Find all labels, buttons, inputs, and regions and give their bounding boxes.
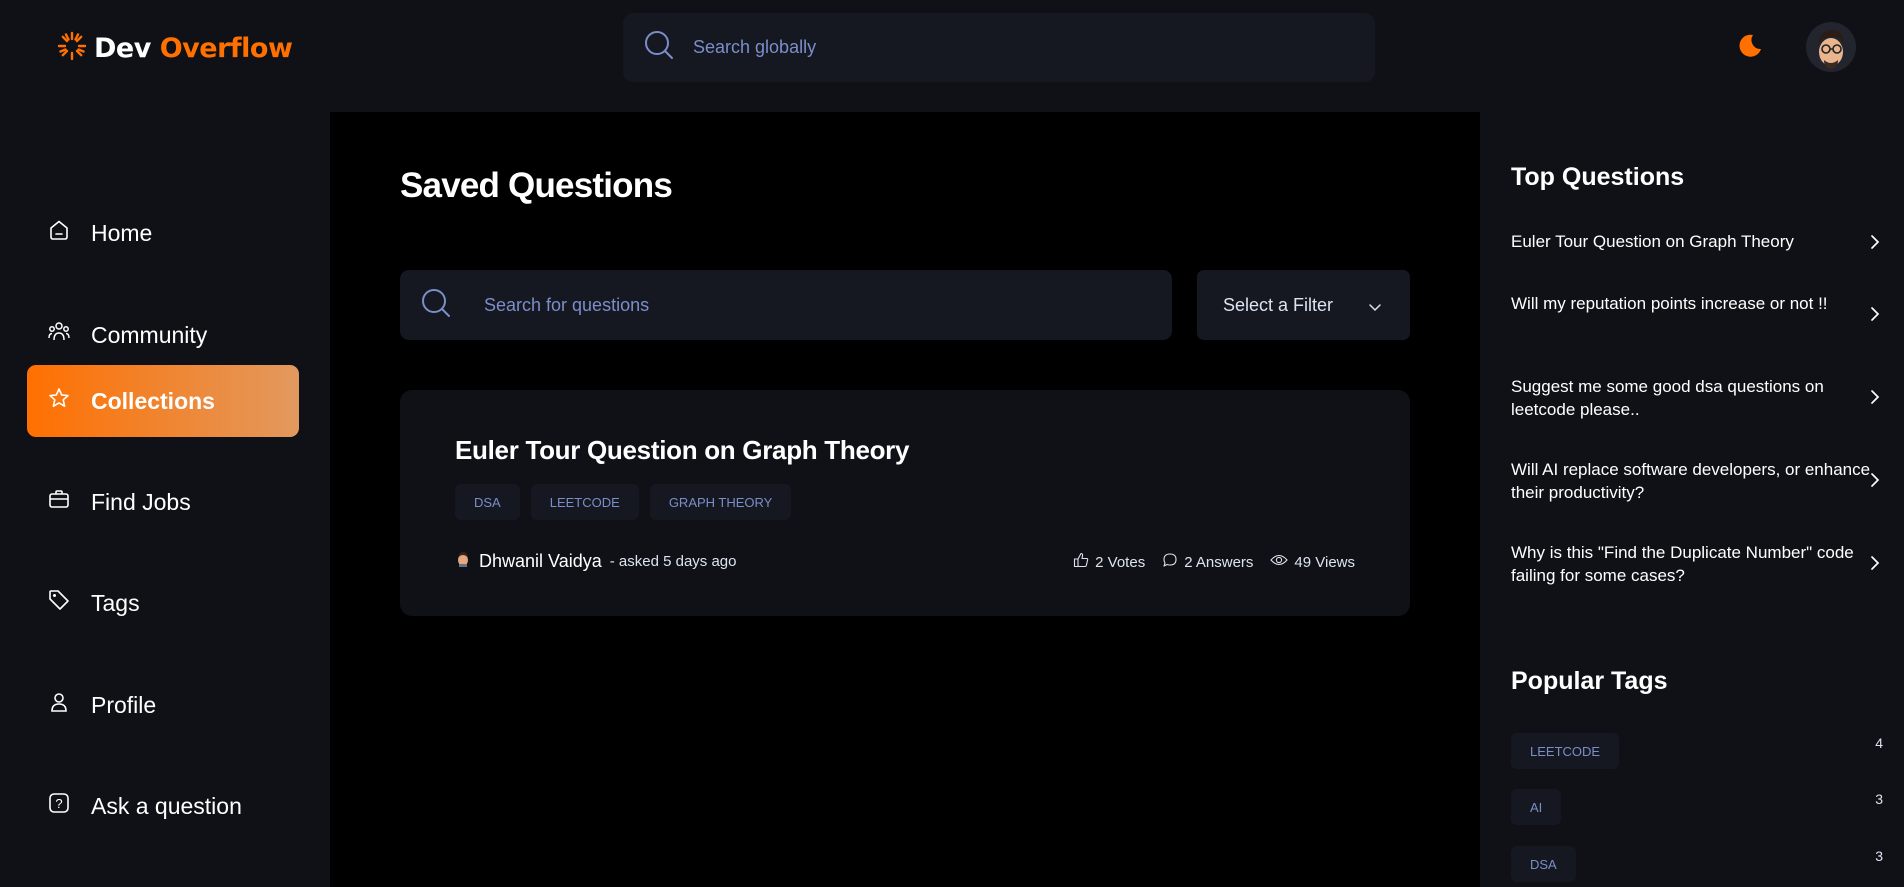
tag-icon xyxy=(47,588,71,618)
popular-tag-row: DSA 3 xyxy=(1511,846,1883,882)
theme-toggle-button[interactable] xyxy=(1735,32,1763,60)
author-name: Dhwanil Vaidya xyxy=(479,551,602,571)
question-card: Euler Tour Question on Graph Theory DSA … xyxy=(400,390,1410,616)
logo-sun-icon xyxy=(56,30,88,67)
answers-stat: 2 Answers xyxy=(1162,552,1253,572)
users-icon xyxy=(47,320,71,350)
message-icon xyxy=(1162,552,1178,572)
sidebar-item-profile[interactable]: Profile xyxy=(27,669,299,741)
chevron-down-icon xyxy=(1368,298,1382,319)
chevron-right-icon[interactable] xyxy=(1867,234,1883,255)
sidebar-item-find-jobs[interactable]: Find Jobs xyxy=(27,466,299,538)
sidebar-item-ask-question[interactable]: ? Ask a question xyxy=(27,770,299,842)
top-question-item[interactable]: Suggest me some good dsa questions on le… xyxy=(1511,375,1871,421)
tag-badge[interactable]: GRAPH THEORY xyxy=(649,484,792,520)
home-icon xyxy=(47,218,71,248)
user-icon xyxy=(47,690,71,720)
filter-select-label: Select a Filter xyxy=(1223,294,1334,315)
tag-count: 3 xyxy=(1875,791,1883,807)
eye-icon xyxy=(1270,552,1289,572)
sidebar-item-community[interactable]: Community xyxy=(27,299,299,371)
top-question-item[interactable]: Euler Tour Question on Graph Theory xyxy=(1511,230,1871,253)
briefcase-icon xyxy=(47,487,71,517)
top-question-item[interactable]: Will AI replace software developers, or … xyxy=(1511,458,1871,504)
sidebar-item-label: Tags xyxy=(91,589,140,616)
sidebar-item-label: Community xyxy=(91,321,208,348)
filter-select[interactable]: Select a Filter xyxy=(1197,270,1410,340)
tag-badge[interactable]: DSA xyxy=(455,484,520,520)
app-logo[interactable]: Dev Overflow xyxy=(56,30,293,67)
question-icon: ? xyxy=(47,791,71,821)
tag-badge[interactable]: DSA xyxy=(1511,846,1576,882)
asked-time: - asked 5 days ago xyxy=(609,553,737,570)
top-navbar: Dev Overflow Search globally xyxy=(0,0,1904,112)
sidebar-item-home[interactable]: Home xyxy=(27,197,299,269)
top-question-item[interactable]: Will my reputation points increase or no… xyxy=(1511,292,1871,315)
chevron-right-icon[interactable] xyxy=(1867,306,1883,327)
page-title: Saved Questions xyxy=(400,166,673,205)
sidebar-item-collections[interactable]: Collections xyxy=(27,365,299,437)
sidebar-item-label: Ask a question xyxy=(91,792,242,819)
tag-badge[interactable]: AI xyxy=(1511,789,1562,825)
popular-tag-row: LEETCODE 4 xyxy=(1511,733,1883,769)
sidebar-item-label: Find Jobs xyxy=(91,488,191,515)
popular-tags-title: Popular Tags xyxy=(1511,667,1668,695)
tag-count: 4 xyxy=(1875,735,1883,751)
question-title-link[interactable]: Euler Tour Question on Graph Theory xyxy=(455,435,909,466)
global-search-bar[interactable]: Search globally xyxy=(623,13,1375,82)
chevron-right-icon[interactable] xyxy=(1867,555,1883,576)
chevron-right-icon[interactable] xyxy=(1867,389,1883,410)
answers-count: 2 Answers xyxy=(1184,553,1254,571)
views-count: 49 Views xyxy=(1294,553,1355,571)
thumbs-up-icon xyxy=(1073,552,1089,572)
svg-text:?: ? xyxy=(55,796,62,811)
author-avatar xyxy=(455,551,471,572)
search-icon xyxy=(643,29,675,66)
main-content: Saved Questions Search for questions Sel… xyxy=(330,112,1480,887)
top-question-item[interactable]: Why is this "Find the Duplicate Number" … xyxy=(1511,541,1871,587)
sidebar-item-label: Collections xyxy=(91,387,215,414)
logo-text: Dev Overflow xyxy=(94,33,293,64)
votes-count: 2 Votes xyxy=(1095,553,1146,571)
logo-text-dev: Dev xyxy=(94,33,151,64)
chevron-right-icon[interactable] xyxy=(1867,472,1883,493)
user-avatar[interactable] xyxy=(1806,22,1856,72)
sidebar-item-tags[interactable]: Tags xyxy=(27,567,299,639)
views-stat: 49 Views xyxy=(1270,552,1355,572)
left-sidebar: Home Community Collections Find Jobs Tag… xyxy=(0,112,330,887)
sidebar-item-label: Home xyxy=(91,219,153,246)
moon-icon xyxy=(1735,34,1763,64)
search-icon xyxy=(420,287,452,324)
tag-badge[interactable]: LEETCODE xyxy=(530,484,639,520)
question-search-bar[interactable]: Search for questions xyxy=(400,270,1172,340)
votes-stat: 2 Votes xyxy=(1073,552,1145,572)
question-tags: DSA LEETCODE GRAPH THEORY xyxy=(455,484,792,520)
star-icon xyxy=(47,386,71,416)
global-search-input[interactable]: Search globally xyxy=(693,37,816,58)
sidebar-item-label: Profile xyxy=(91,691,157,718)
tag-badge[interactable]: LEETCODE xyxy=(1511,733,1620,769)
top-questions-title: Top Questions xyxy=(1511,163,1685,191)
popular-tag-row: AI 3 xyxy=(1511,789,1883,825)
right-sidebar: Top Questions Euler Tour Question on Gra… xyxy=(1480,112,1904,887)
question-search-input[interactable]: Search for questions xyxy=(484,295,649,316)
avatar-memoji-icon xyxy=(1806,22,1856,72)
logo-text-overflow: Overflow xyxy=(159,33,293,64)
question-author[interactable]: Dhwanil Vaidya - asked 5 days ago xyxy=(455,551,736,572)
tag-count: 3 xyxy=(1875,848,1883,864)
question-stats: 2 Votes 2 Answers 49 Views xyxy=(1073,552,1355,572)
